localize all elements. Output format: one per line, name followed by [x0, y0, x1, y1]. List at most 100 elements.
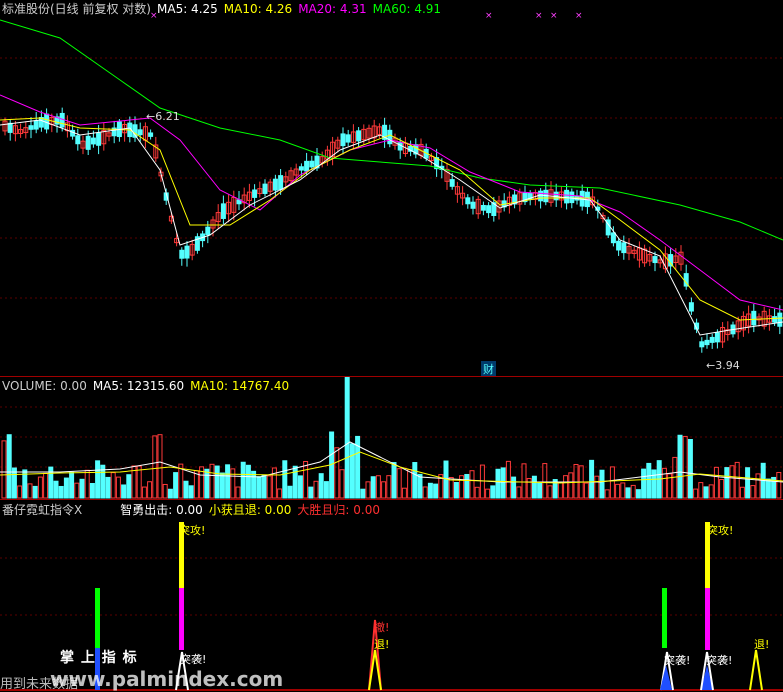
- volume-bar: [729, 465, 735, 499]
- signal-bar: [95, 588, 100, 648]
- volume-bar: [391, 462, 397, 499]
- volume-bar: [604, 489, 610, 499]
- volume-bar: [173, 472, 179, 499]
- candle-body: [148, 132, 154, 137]
- volume-value: VOLUME: 0.00: [2, 379, 87, 393]
- candle-body: [75, 135, 81, 145]
- candle-body: [85, 135, 91, 150]
- volume-bar: [370, 476, 376, 499]
- volume-bar: [313, 480, 319, 499]
- volume-bar: [495, 468, 501, 499]
- ma10-value: MA10: 4.26: [223, 2, 293, 16]
- volume-bar: [620, 482, 626, 499]
- volume-bar: [599, 469, 605, 499]
- volume-bar: [251, 470, 257, 499]
- volume-bar: [521, 463, 527, 499]
- volume-bar: [297, 475, 303, 499]
- volume-ma5-value: MA5: 12315.60: [92, 379, 185, 393]
- volume-bar: [594, 475, 600, 499]
- volume-bar: [646, 462, 652, 499]
- volume-bar: [147, 481, 153, 499]
- volume-bar: [349, 443, 355, 499]
- ma10-line: [0, 117, 783, 321]
- volume-chart[interactable]: [0, 377, 783, 500]
- volume-bar: [724, 467, 730, 499]
- volume-bar: [282, 460, 288, 499]
- volume-bar: [386, 475, 392, 499]
- candle-body: [220, 203, 226, 219]
- volume-bar: [568, 472, 574, 499]
- volume-bar: [693, 488, 699, 499]
- candle-body: [272, 178, 278, 191]
- candle-body: [449, 179, 455, 187]
- candle-body: [59, 112, 65, 128]
- volume-bar: [32, 485, 38, 499]
- candlestick-chart[interactable]: × × × × ×: [0, 0, 783, 377]
- volume-bar: [318, 473, 324, 499]
- signal-retreat-label: 退!: [374, 638, 390, 651]
- volume-bar: [334, 447, 340, 499]
- candle-body: [699, 341, 705, 348]
- volume-bar: [719, 478, 725, 499]
- volume-bar: [531, 475, 537, 499]
- volume-bar: [214, 465, 220, 499]
- candle-body: [569, 191, 575, 204]
- finance-marker[interactable]: 财: [481, 361, 496, 377]
- volume-bar: [381, 481, 387, 499]
- volume-bar: [401, 487, 407, 499]
- volume-bar: [95, 460, 101, 499]
- retreat-signal-triangle: [749, 649, 763, 691]
- candle-body: [772, 316, 778, 323]
- volume-bar: [277, 488, 283, 499]
- volume-bar: [17, 485, 23, 499]
- volume-bar: [37, 476, 43, 499]
- volume-bar: [776, 472, 782, 499]
- candle-body: [278, 175, 284, 191]
- price-header: 标准股份(日线 前复权 对数) MA5: 4.25 MA10: 4.26 MA20: …: [2, 2, 447, 16]
- volume-bar: [365, 481, 371, 499]
- event-marker: ×: [485, 11, 493, 21]
- volume-bar: [703, 486, 709, 499]
- volume-bar: [136, 465, 142, 499]
- volume-bar: [84, 469, 90, 499]
- volume-bar: [479, 464, 485, 499]
- volume-pane[interactable]: VOLUME: 0.00 MA5: 12315.60 MA10: 14767.40: [0, 377, 783, 500]
- candle-body: [252, 189, 258, 198]
- indicator-pane[interactable]: 番仔霓虹指令X 智勇出击: 0.00 小获且退: 0.00 大胜且归: 0.00 突攻…: [0, 500, 783, 692]
- volume-bar: [630, 484, 636, 499]
- candle-body: [184, 245, 190, 259]
- volume-bar: [193, 470, 199, 499]
- candle-body: [304, 160, 310, 172]
- volume-bar: [745, 467, 751, 499]
- volume-bar: [126, 474, 132, 499]
- volume-bar: [500, 467, 506, 499]
- volume-bar: [583, 482, 589, 499]
- volume-bar: [407, 469, 413, 499]
- indicator-name: 番仔霓虹指令X: [2, 503, 83, 517]
- signal-withdraw-label: 撤!: [374, 621, 390, 634]
- volume-bar: [89, 482, 95, 499]
- price-chart-pane[interactable]: × × × × × 标准股份(日线 前复权 对数) MA5: 4.25 MA10: 4.26…: [0, 0, 783, 377]
- volume-bar: [563, 475, 569, 499]
- signal-bar: [179, 588, 184, 650]
- signal-retreat-label: 退!: [754, 638, 770, 651]
- volume-bar: [115, 476, 121, 499]
- volume-bar: [287, 485, 293, 499]
- volume-bar: [292, 465, 298, 499]
- candle-body: [33, 120, 39, 130]
- volume-bar: [1, 440, 7, 499]
- volume-bar: [235, 486, 241, 499]
- volume-bar: [755, 473, 761, 499]
- event-marker: ×: [550, 11, 558, 21]
- volume-bar: [63, 477, 69, 499]
- candle-body: [465, 197, 471, 205]
- volume-bar: [474, 486, 480, 499]
- candle-body: [688, 302, 694, 312]
- candle-body: [137, 129, 143, 136]
- volume-bar: [609, 466, 615, 499]
- volume-bar: [557, 481, 563, 499]
- candle-body: [610, 232, 616, 244]
- candle-body: [704, 339, 710, 346]
- candle-body: [340, 133, 346, 147]
- watermark-site: www.palmindex.com: [50, 667, 284, 691]
